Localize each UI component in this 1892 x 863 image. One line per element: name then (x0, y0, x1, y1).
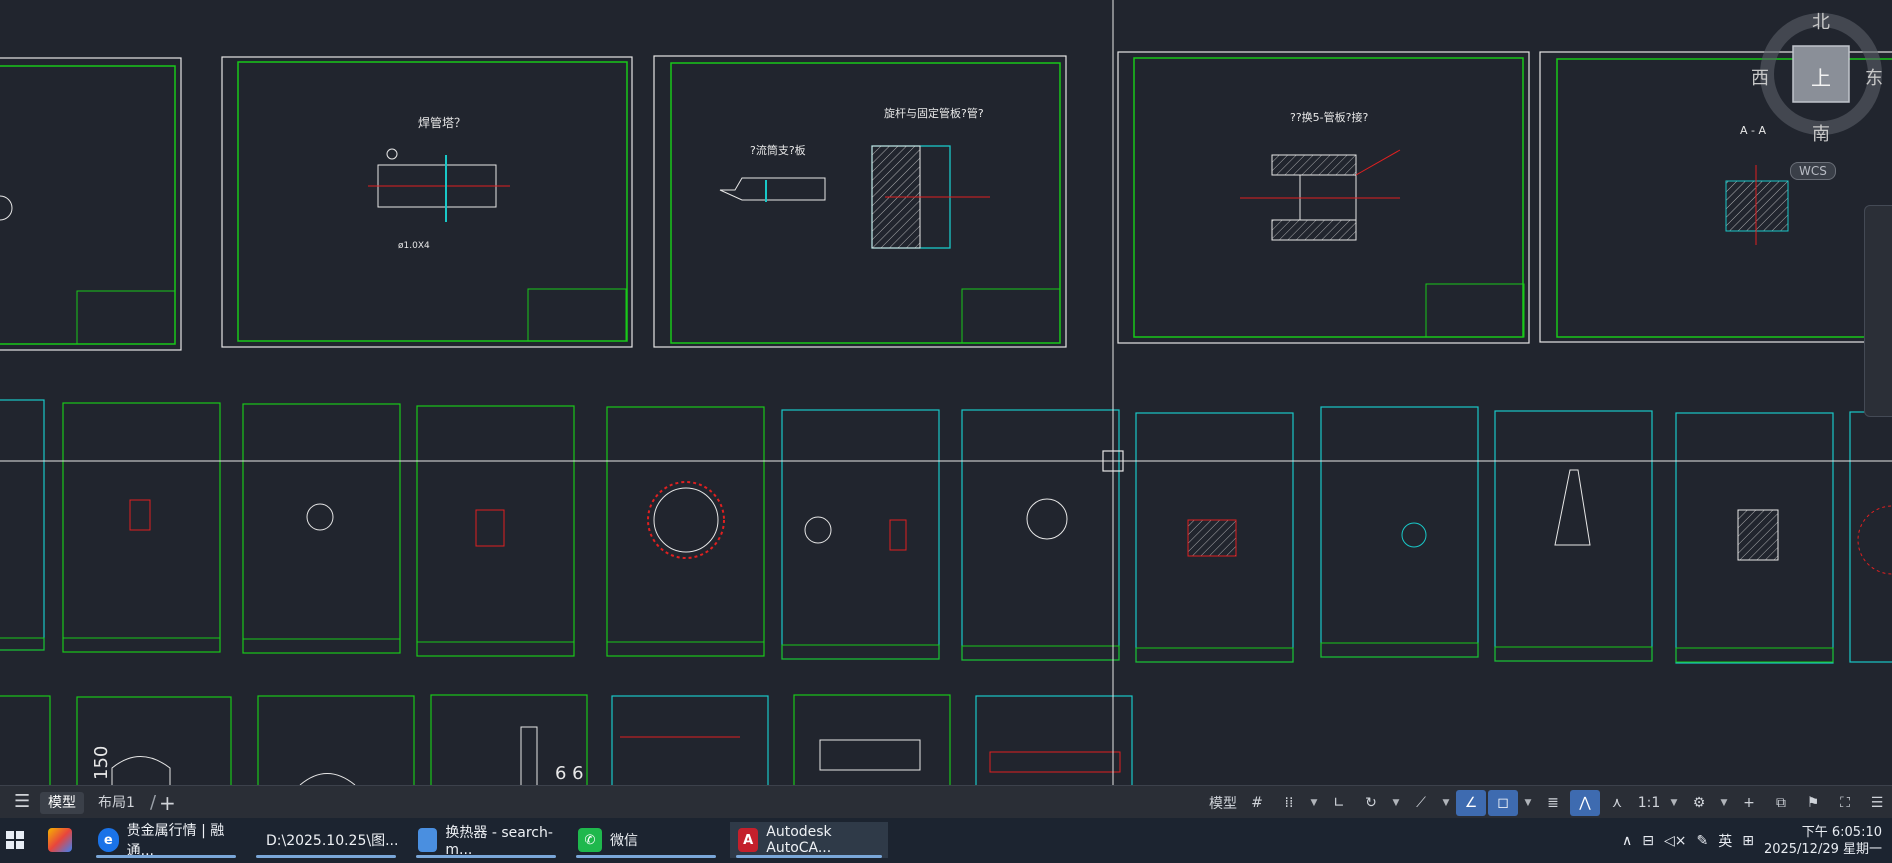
running-indicator (416, 855, 556, 858)
workspace-gear-icon[interactable]: ⚙ (1684, 790, 1714, 816)
svg-text:ø1.0X4: ø1.0X4 (398, 241, 430, 251)
pen-icon[interactable]: ✎ (1696, 833, 1708, 849)
taskbar-app-label: 微信 (610, 833, 638, 849)
mid-sheet[interactable] (961, 409, 1120, 661)
fullscreen-icon[interactable]: ⛶ (1830, 790, 1860, 816)
object-track-icon[interactable]: ∠ (1456, 789, 1486, 816)
menu-icon[interactable]: ☰ (6, 791, 38, 813)
add-layout-button[interactable]: + (151, 792, 184, 814)
quick-properties-icon[interactable]: ⚑ (1798, 790, 1828, 816)
clock-date: 2025/12/29 星期一 (1763, 841, 1882, 857)
chevron-down-icon[interactable]: ▼ (1520, 790, 1536, 816)
taskbar-app-label: 换热器 - search-m... (445, 825, 553, 858)
units-icon[interactable]: ⧉ (1766, 790, 1796, 816)
drawing-canvas[interactable]: 焊管塔？ ø1.0X4 ?流筒支?板 旋杆与固定管板?管? ??换5-管板?接?… (0, 0, 1892, 785)
mid-sheet[interactable] (1320, 406, 1479, 658)
tab-model[interactable]: 模型 (40, 792, 84, 814)
viewcube-north[interactable]: 北 (1812, 8, 1830, 34)
mid-sheet[interactable] (0, 399, 45, 651)
sheet-3[interactable]: ?流筒支?板 旋杆与固定管板?管? (653, 55, 1067, 348)
customize-menu-icon[interactable]: ☰ (1862, 790, 1892, 816)
taskbar-app-autocad[interactable]: A Autodesk AutoCA... (730, 822, 888, 858)
chevron-down-icon[interactable]: ▼ (1388, 790, 1404, 816)
running-indicator (736, 855, 882, 858)
taskbar-app-search[interactable]: 换热器 - search-m... (410, 822, 562, 858)
mid-sheet[interactable] (1494, 410, 1653, 662)
model-space-button[interactable]: 模型 (1206, 790, 1240, 816)
isodraft-icon[interactable]: ⟋ (1406, 790, 1436, 816)
running-indicator (576, 855, 716, 858)
svg-text:150: 150 (91, 746, 112, 780)
taskbar-app-wechat[interactable]: ✆ 微信 (570, 822, 722, 858)
ime-indicator[interactable]: 英 (1718, 831, 1732, 851)
taskbar-app-explorer[interactable]: D:\2025.10.25\图... (250, 822, 402, 858)
status-bar: 模型 # ⁞⁞ ▼ ∟ ↻ ▼ ⟋ ▼ ∠ ◻ ▼ ≣ ⋀ ⋏ 1:1 ▼ ⚙ … (1206, 786, 1892, 819)
mid-sheet[interactable] (606, 406, 765, 657)
tab-layout1[interactable]: 布局1 (90, 792, 143, 814)
windows-start-icon[interactable] (0, 822, 30, 858)
chevron-down-icon[interactable]: ▼ (1306, 790, 1322, 816)
wechat-icon: ✆ (578, 828, 602, 852)
lineweight-icon[interactable]: ≣ (1538, 790, 1568, 816)
mid-sheet[interactable] (1849, 411, 1892, 663)
windows-taskbar: e 贵金属行情 | 融通... D:\2025.10.25\图... 换热器 -… (0, 818, 1892, 863)
sheet-4-title: ??换5-管板?接? (1290, 110, 1368, 124)
mid-sheet[interactable] (1675, 412, 1834, 664)
input-grid-icon[interactable]: ⊞ (1742, 833, 1754, 849)
chevron-down-icon[interactable]: ▼ (1438, 790, 1454, 816)
sheet-4[interactable]: ??换5-管板?接? (1117, 51, 1530, 344)
ortho-icon[interactable]: ∟ (1324, 790, 1354, 816)
colorful-app-icon (48, 828, 72, 852)
speaker-muted-icon[interactable]: ◁× (1664, 833, 1687, 849)
taskbar-app-label: D:\2025.10.25\图... (266, 833, 399, 849)
taskbar-app-label: 贵金属行情 | 融通... (126, 823, 225, 859)
chevron-down-icon[interactable]: ▼ (1666, 790, 1682, 816)
mid-sheet[interactable] (242, 403, 401, 654)
annotation-scale-button[interactable]: 1:1 (1634, 790, 1664, 816)
viewcube-south[interactable]: 南 (1812, 120, 1830, 146)
mid-sheet[interactable] (62, 402, 221, 653)
system-tray: ∧ ⊟ ◁× ✎ 英 ⊞ 下午 6:05:10 2025/12/29 星期一 (1622, 818, 1892, 863)
pinned-app-icon[interactable] (44, 822, 76, 858)
svg-text:6 6: 6 6 (555, 763, 584, 784)
annotation-monitor-icon[interactable]: + (1734, 790, 1764, 816)
taskbar-app-browser[interactable]: e 贵金属行情 | 融通... (90, 822, 242, 859)
object-snap-icon[interactable]: ◻ (1488, 789, 1518, 816)
chevron-down-icon[interactable]: ▼ (1716, 790, 1732, 816)
layout-tab-bar: ☰ 模型 布局1 / + 模型 # ⁞⁞ ▼ ∟ ↻ ▼ ⟋ ▼ ∠ ◻ ▼ ≣… (0, 785, 1892, 819)
annotation-visibility-icon[interactable]: ⋀ (1570, 789, 1600, 816)
cube-icon (418, 828, 438, 852)
middle-row-sheets[interactable] (0, 399, 1892, 664)
sheet-3-title: 旋杆与固定管板?管? (884, 106, 984, 120)
snap-icon[interactable]: ⁞⁞ (1274, 790, 1304, 816)
sheet-3-subtitle: ?流筒支?板 (750, 143, 806, 157)
clock-time: 下午 6:05:10 (1801, 824, 1882, 840)
viewcube-face-top[interactable]: 上 (1811, 62, 1831, 91)
running-indicator (96, 855, 236, 858)
sheet-1[interactable] (0, 57, 182, 351)
bottom-row-sheets[interactable]: 150 6 6 (0, 694, 1133, 785)
viewcube[interactable]: 北 南 东 西 上 (1751, 8, 1887, 145)
viewcube-west[interactable]: 西 (1751, 64, 1769, 90)
polar-icon[interactable]: ↻ (1356, 790, 1386, 816)
mid-sheet[interactable] (416, 405, 575, 657)
browser-icon: e (98, 828, 119, 852)
mid-sheet[interactable] (781, 409, 940, 660)
chevron-up-icon[interactable]: ∧ (1622, 833, 1632, 849)
auto-scale-icon[interactable]: ⋏ (1602, 790, 1632, 816)
network-icon[interactable]: ⊟ (1642, 833, 1654, 849)
grid-icon[interactable]: # (1242, 790, 1272, 816)
mid-sheet[interactable] (1135, 412, 1294, 663)
navigation-bar[interactable] (1864, 205, 1892, 417)
taskbar-app-label: Autodesk AutoCA... (766, 824, 832, 856)
sheet-2-title: 焊管塔？ (418, 115, 466, 130)
sheet-2[interactable]: 焊管塔？ ø1.0X4 (221, 56, 633, 348)
viewcube-east[interactable]: 东 (1865, 64, 1883, 90)
autocad-icon: A (738, 828, 759, 852)
wcs-menu[interactable]: WCS (1790, 162, 1836, 180)
system-clock[interactable]: 下午 6:05:10 2025/12/29 星期一 (1764, 824, 1882, 858)
running-indicator (256, 855, 396, 858)
